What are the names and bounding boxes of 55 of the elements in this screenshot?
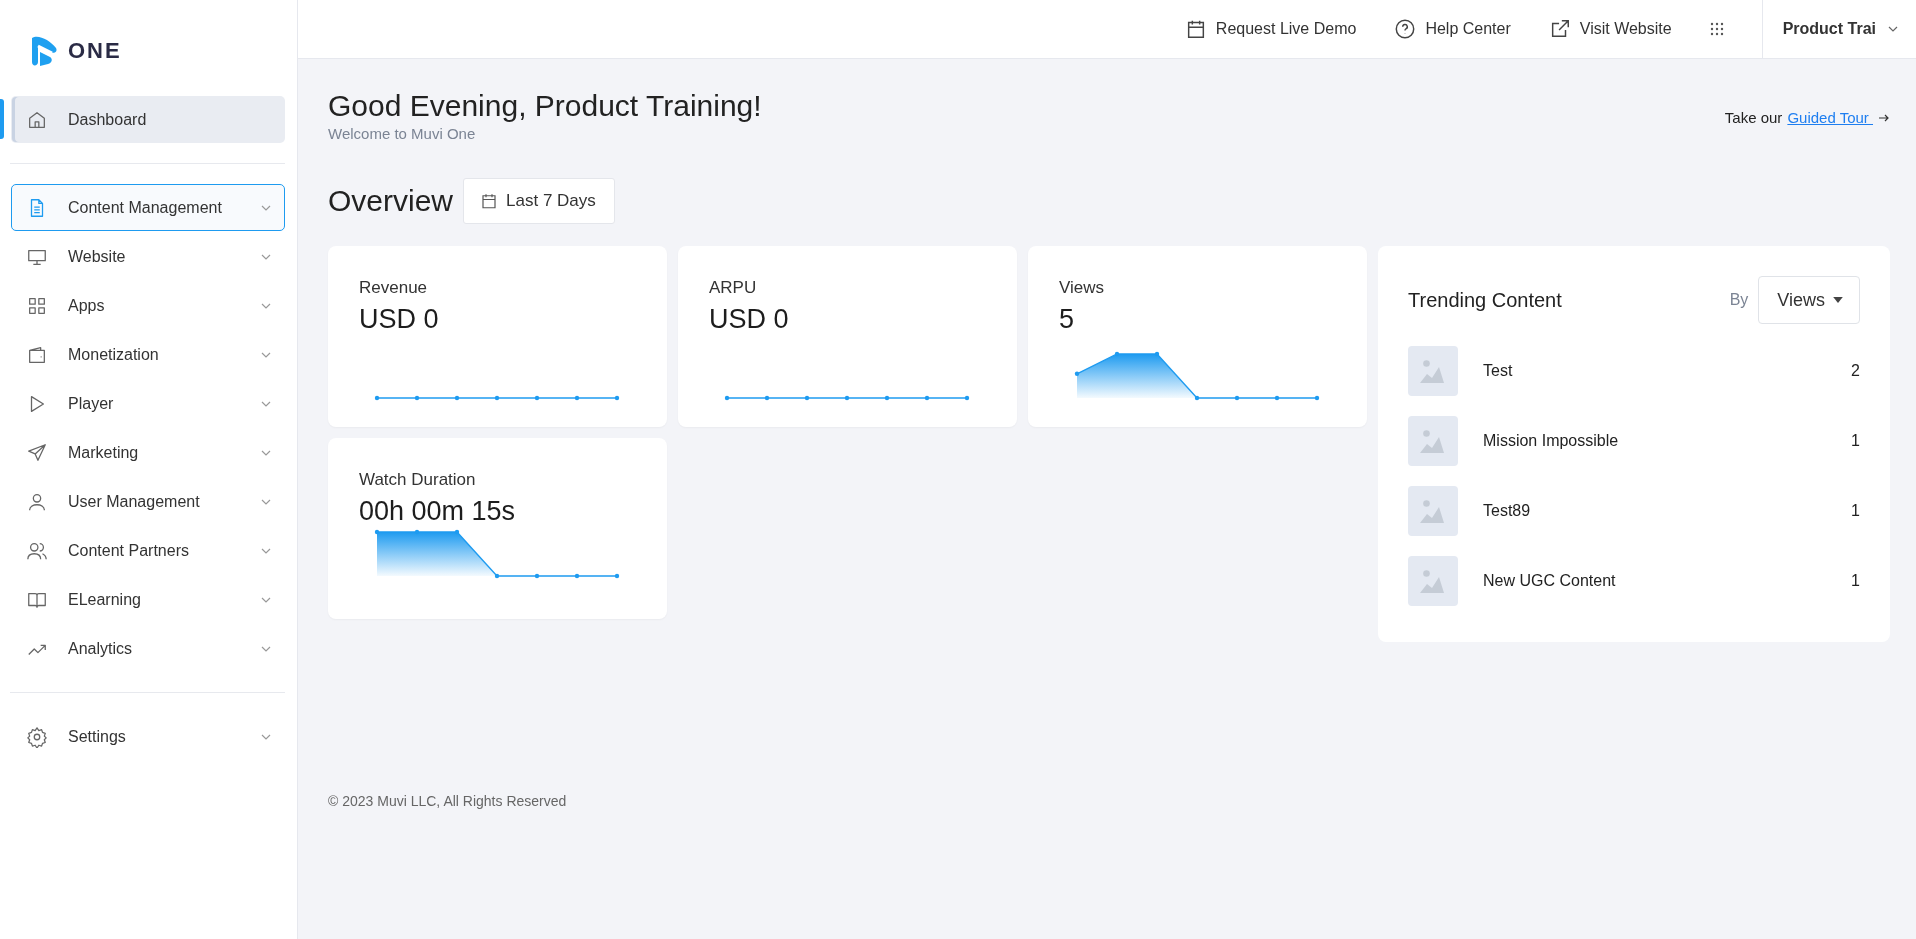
calendar-icon bbox=[480, 192, 499, 210]
nav-icon bbox=[26, 441, 48, 464]
sidebar-item[interactable]: Analytics bbox=[11, 625, 285, 672]
content-title: New UGC Content bbox=[1483, 572, 1617, 590]
sidebar-item[interactable]: Marketing bbox=[11, 429, 285, 476]
sidebar-item[interactable]: Player bbox=[11, 380, 285, 427]
nav-icon bbox=[26, 725, 48, 748]
greeting-subtitle: Welcome to Muvi One bbox=[328, 125, 477, 142]
image-placeholder-icon bbox=[1408, 346, 1458, 396]
greeting-title: Good Evening, Product Training! bbox=[328, 89, 762, 123]
metric-value: 5 bbox=[1059, 304, 1076, 335]
apps-grid-icon[interactable] bbox=[1709, 22, 1724, 36]
metric-label: Views bbox=[1059, 278, 1106, 298]
content-title: Test bbox=[1483, 362, 1514, 380]
sidebar-item[interactable]: Apps bbox=[11, 282, 285, 329]
help-icon bbox=[1394, 18, 1417, 40]
top-link[interactable]: Visit Website bbox=[1548, 18, 1672, 40]
sidebar-item[interactable]: Content Management bbox=[11, 184, 285, 231]
view-count: 1 bbox=[1851, 502, 1860, 520]
date-range-button[interactable]: Last 7 Days bbox=[463, 178, 615, 224]
active-indicator bbox=[0, 99, 4, 139]
copyright-text: © 2023 Muvi LLC, All Rights Reserved bbox=[328, 793, 568, 809]
brand-name: ONE bbox=[68, 38, 122, 64]
sidebar-item[interactable]: Monetization bbox=[11, 331, 285, 378]
user-menu[interactable]: Product Trai bbox=[1761, 0, 1916, 58]
metric-value: 00h 00m 15s bbox=[359, 496, 517, 527]
overview-title: Overview bbox=[328, 184, 454, 218]
metric-value: USD 0 bbox=[709, 304, 790, 335]
view-count: 2 bbox=[1851, 362, 1860, 380]
view-count: 1 bbox=[1851, 432, 1860, 450]
caret-down-icon bbox=[1833, 297, 1843, 303]
image-placeholder-icon bbox=[1408, 556, 1458, 606]
guided-tour-link[interactable]: Guided Tour bbox=[1787, 109, 1873, 126]
metric-value: USD 0 bbox=[359, 304, 440, 335]
top-link[interactable]: Request Live Demo bbox=[1184, 18, 1357, 40]
image-placeholder-icon bbox=[1408, 416, 1458, 466]
tour-prompt: Take our bbox=[1724, 109, 1783, 126]
top-link[interactable]: Help Center bbox=[1394, 18, 1511, 40]
sidebar-item[interactable]: User Management bbox=[11, 478, 285, 525]
metric-label: ARPU bbox=[709, 278, 758, 298]
content-title: Mission Impossible bbox=[1483, 432, 1620, 450]
sidebar-item[interactable]: Dashboard bbox=[11, 96, 285, 143]
sidebar-item[interactable]: Website bbox=[11, 233, 285, 280]
sidebar-item[interactable]: Content Partners bbox=[11, 527, 285, 574]
metric-label: Watch Duration bbox=[359, 470, 477, 490]
sidebar-item[interactable]: ELearning bbox=[11, 576, 285, 623]
image-placeholder-icon bbox=[1408, 486, 1458, 536]
sidebar-item[interactable]: Settings bbox=[11, 713, 285, 760]
content-title: Test89 bbox=[1483, 502, 1532, 520]
sort-label: By bbox=[1729, 291, 1749, 309]
sort-dropdown[interactable]: Views bbox=[1758, 276, 1860, 324]
chevron-down-icon bbox=[1888, 26, 1898, 32]
metric-label: Revenue bbox=[359, 278, 429, 298]
view-count: 1 bbox=[1851, 572, 1860, 590]
trending-title: Trending Content bbox=[1408, 288, 1563, 312]
